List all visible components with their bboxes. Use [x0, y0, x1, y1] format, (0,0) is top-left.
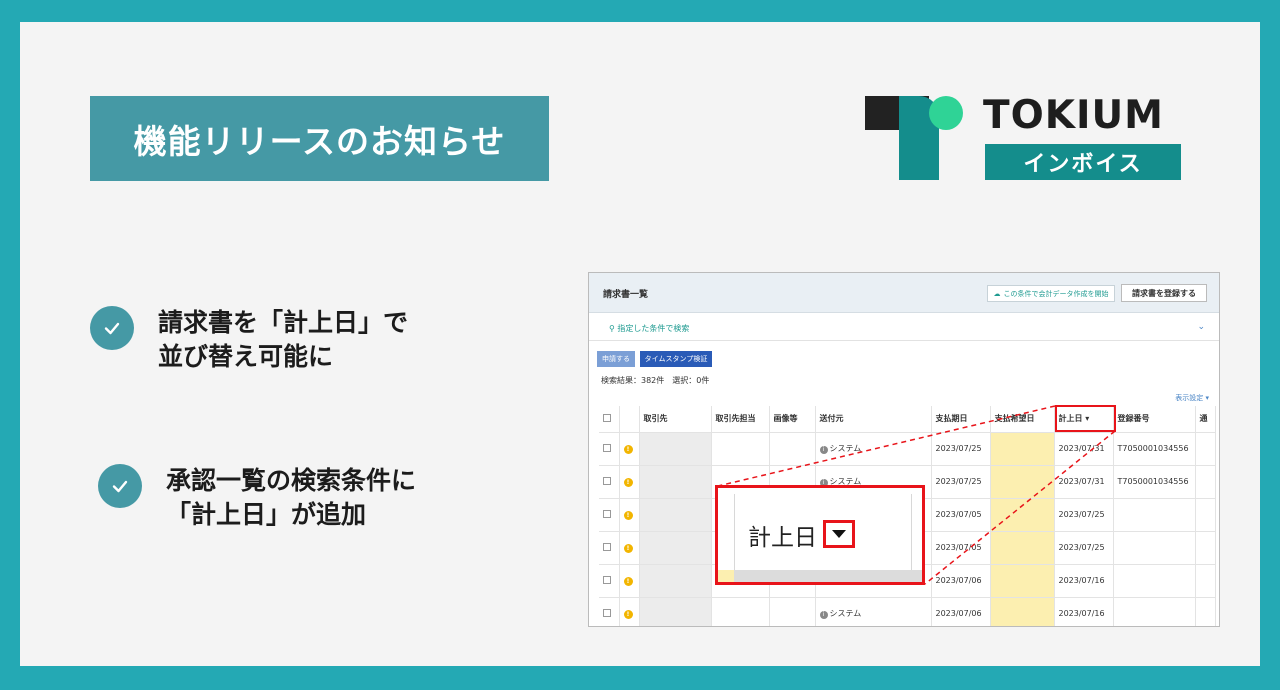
- row-checkbox[interactable]: [599, 564, 620, 598]
- result-count: 検索結果：382件 選択：0件: [601, 376, 710, 385]
- logo-wordmark: TOKIUM: [983, 93, 1164, 138]
- due-date-cell: 2023/07/05: [931, 498, 991, 532]
- status-col-header: [619, 406, 640, 433]
- feature-text: 承認一覧の検索条件に 「計上日」が追加: [166, 464, 416, 532]
- col-header[interactable]: 取引先担当: [711, 406, 770, 433]
- col-header[interactable]: 登録番号: [1113, 406, 1196, 433]
- contact-cell: [711, 432, 770, 466]
- logo-product-name: インボイス: [985, 144, 1181, 180]
- warning-icon: !: [619, 432, 640, 466]
- invoice-list-screenshot: 請求書一覧 ☁ この条件で会計データ作成を開始 請求書を登録する ⚲ 指定した条…: [588, 272, 1220, 627]
- display-settings-link[interactable]: 表示設定 ▾: [1175, 393, 1209, 403]
- row-checkbox[interactable]: [599, 465, 620, 499]
- tokium-logo: TOKIUM インボイス: [865, 96, 1185, 182]
- feature-line: 承認一覧の検索条件に: [166, 466, 417, 495]
- search-label: ⚲ 指定した条件で検索: [609, 323, 689, 334]
- apply-button[interactable]: 申請する: [597, 351, 635, 367]
- export-label: この条件で会計データ作成を開始: [1003, 289, 1109, 298]
- export-accounting-button[interactable]: ☁ この条件で会計データ作成を開始: [987, 285, 1115, 302]
- screenshot-title: 請求書一覧: [603, 290, 649, 300]
- info-icon: i: [819, 446, 828, 454]
- feature-line: 「計上日」が追加: [166, 500, 367, 529]
- requested-date-cell: [990, 432, 1055, 466]
- sender-cell: i システム: [815, 597, 932, 626]
- warning-icon: !: [619, 465, 640, 499]
- page-title: 機能リリースのお知らせ: [90, 96, 549, 181]
- col-header[interactable]: 支払希望日: [990, 406, 1055, 433]
- table-header-row: 取引先 取引先担当 画像等 送付元 支払期日 支払希望日 計上日 ▾ 登録番号 …: [599, 406, 1216, 433]
- due-date-cell: 2023/07/25: [931, 432, 991, 466]
- row-checkbox[interactable]: [599, 498, 620, 532]
- due-date-cell: 2023/07/06: [931, 597, 991, 626]
- due-date-cell: 2023/07/06: [931, 564, 991, 598]
- screenshot-header: 請求書一覧 ☁ この条件で会計データ作成を開始 請求書を登録する: [589, 273, 1219, 313]
- timestamp-verify-button[interactable]: タイムスタンプ検証: [640, 351, 712, 367]
- booking-date-cell: 2023/07/31: [1054, 465, 1114, 499]
- row-checkbox[interactable]: [599, 531, 620, 565]
- check-icon: [98, 464, 142, 508]
- feature-item-sort: 請求書を「計上日」で 並び替え可能に: [90, 306, 408, 374]
- registration-number-cell: T7050001034556: [1113, 465, 1196, 499]
- col-header[interactable]: 支払期日: [931, 406, 991, 433]
- vendor-cell: [639, 432, 712, 466]
- feature-line: 請求書を「計上日」で: [158, 308, 409, 337]
- booking-date-zoom-callout: 計上日: [715, 485, 925, 585]
- row-checkbox[interactable]: [599, 432, 620, 466]
- booking-date-cell: 2023/07/31: [1054, 432, 1114, 466]
- booking-date-cell: 2023/07/16: [1054, 564, 1114, 598]
- col-header[interactable]: 取引先: [639, 406, 712, 433]
- zoom-label: 計上日: [748, 525, 817, 551]
- warning-icon: !: [619, 597, 640, 626]
- zoom-scrollbar: [718, 570, 922, 582]
- due-date-cell: 2023/07/25: [931, 465, 991, 499]
- register-invoice-button[interactable]: 請求書を登録する: [1121, 284, 1207, 302]
- logo-mark-dot: [929, 96, 963, 130]
- select-all-checkbox[interactable]: [599, 406, 620, 433]
- col-header[interactable]: 送付元: [815, 406, 932, 433]
- row-checkbox[interactable]: [599, 597, 620, 626]
- warning-icon: !: [619, 564, 640, 598]
- table-row[interactable]: ! i システム 2023/07/06 2023/07/16: [599, 597, 1216, 626]
- registration-number-cell: T7050001034556: [1113, 432, 1196, 466]
- info-icon: i: [819, 611, 828, 619]
- search-icon: ⚲: [609, 324, 615, 333]
- booking-date-cell: 2023/07/25: [1054, 531, 1114, 565]
- due-date-cell: 2023/07/05: [931, 531, 991, 565]
- booking-date-cell: 2023/07/16: [1054, 597, 1114, 626]
- feature-item-search: 承認一覧の検索条件に 「計上日」が追加: [98, 464, 416, 532]
- search-toggle[interactable]: ⚲ 指定した条件で検索 ⌄: [589, 313, 1219, 341]
- booking-date-header-highlight: [1055, 405, 1116, 432]
- warning-icon: !: [619, 498, 640, 532]
- warning-icon: !: [619, 531, 640, 565]
- image-cell: [769, 432, 816, 466]
- feature-text: 請求書を「計上日」で 並び替え可能に: [158, 306, 408, 374]
- vendor-cell: [639, 465, 712, 499]
- check-icon: [90, 306, 134, 350]
- col-header[interactable]: 通: [1195, 406, 1216, 433]
- feature-line: 並び替え可能に: [158, 342, 334, 371]
- slide: 機能リリースのお知らせ TOKIUM インボイス 請求書を「計上日」で 並び替え…: [20, 22, 1260, 666]
- search-text: 指定した条件で検索: [617, 324, 690, 333]
- cloud-icon: ☁: [993, 289, 1001, 298]
- col-header[interactable]: 画像等: [769, 406, 816, 433]
- booking-date-cell: 2023/07/25: [1054, 498, 1114, 532]
- sender-cell: i システム: [815, 432, 932, 466]
- chevron-down-icon: ⌄: [1197, 322, 1205, 332]
- sort-arrow-icon[interactable]: [823, 520, 855, 548]
- table-row[interactable]: ! i システム 2023/07/25 2023/07/31 T705000103…: [599, 432, 1216, 466]
